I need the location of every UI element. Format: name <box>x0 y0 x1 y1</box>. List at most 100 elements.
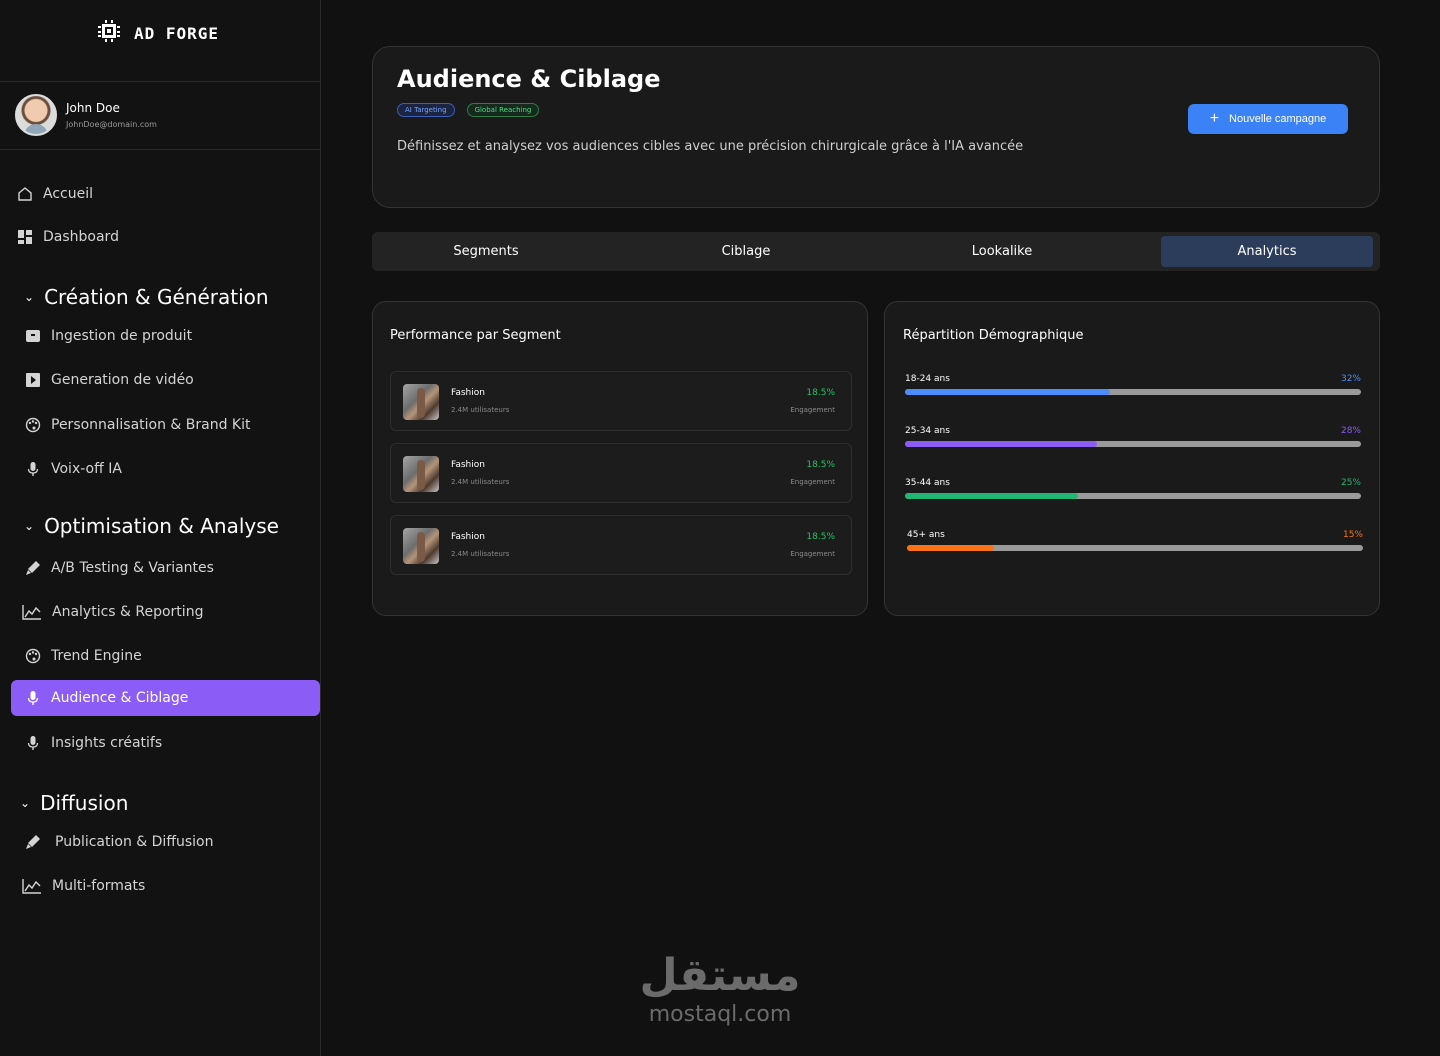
segment-name: Fashion <box>451 460 485 470</box>
sidebar-item-brand-kit[interactable]: Personnalisation & Brand Kit <box>25 415 251 435</box>
user-email: JohnDoe@domain.com <box>66 120 157 129</box>
sidebar-item-label: Personnalisation & Brand Kit <box>51 417 251 433</box>
sidebar-item-analytics-reporting[interactable]: Analytics & Reporting <box>22 602 203 622</box>
home-icon <box>17 186 33 202</box>
demo-track <box>905 493 1361 499</box>
performance-title: Performance par Segment <box>390 328 561 343</box>
segment-rate: 18.5% <box>806 532 835 542</box>
page-header-card: Audience & Ciblage AI Targeting Global R… <box>372 46 1380 208</box>
segment-thumbnail <box>403 528 439 564</box>
demo-fill <box>907 545 994 551</box>
new-campaign-button[interactable]: + Nouvelle campagne <box>1188 104 1348 134</box>
palette-icon <box>25 417 41 433</box>
avatar <box>15 94 57 136</box>
logo-chip-icon <box>96 18 126 48</box>
page-description: Définissez et analysez vos audiences cib… <box>397 139 1024 154</box>
segment-thumbnail <box>403 384 439 420</box>
segment-metric: Engagement <box>790 478 835 486</box>
app-logo[interactable]: AD FORGE <box>96 18 219 48</box>
plus-icon: + <box>1209 110 1220 127</box>
demo-label: 45+ ans <box>907 530 945 540</box>
watermark-latin: mostaql.com <box>648 1002 792 1027</box>
segment-row[interactable]: Fashion 2.4M utilisateurs 18.5% Engageme… <box>390 371 852 431</box>
page-title: Audience & Ciblage <box>397 65 661 93</box>
segment-metric: Engagement <box>790 406 835 414</box>
demo-fill <box>905 441 1097 447</box>
badge-global-reaching: Global Reaching <box>466 103 540 117</box>
brush-icon <box>25 560 41 576</box>
tab-lookalike[interactable]: Lookalike <box>892 236 1112 267</box>
sidebar-item-trend-engine[interactable]: Trend Engine <box>25 646 142 666</box>
demo-fill <box>905 493 1079 499</box>
logo-text: AD FORGE <box>134 23 220 43</box>
demo-pct: 15% <box>1342 530 1363 540</box>
segment-name: Fashion <box>451 532 485 542</box>
dashboard-icon <box>17 229 33 245</box>
sidebar-item-label: Dashboard <box>43 229 119 245</box>
demo-label: 18-24 ans <box>905 374 950 384</box>
section-diffusion[interactable]: ⌄ Diffusion <box>20 791 128 815</box>
sidebar-item-multi-formats[interactable]: Multi-formats <box>22 876 145 896</box>
sidebar-item-label: Trend Engine <box>51 648 142 664</box>
tab-analytics[interactable]: Analytics <box>1161 236 1373 267</box>
segment-name: Fashion <box>451 388 485 398</box>
sidebar-item-label: A/B Testing & Variantes <box>51 560 214 576</box>
demo-label: 35-44 ans <box>905 478 950 488</box>
section-creation-generation[interactable]: ⌄ Création & Génération <box>24 285 269 309</box>
chart-line-icon <box>22 604 42 620</box>
sidebar-divider <box>0 81 320 82</box>
sidebar-item-label: Accueil <box>43 186 93 202</box>
demo-label: 25-34 ans <box>905 426 950 436</box>
segment-metric: Engagement <box>790 550 835 558</box>
sidebar-item-ab-testing[interactable]: A/B Testing & Variantes <box>25 558 214 578</box>
segment-users: 2.4M utilisateurs <box>451 550 510 558</box>
demographics-title: Répartition Démographique <box>903 328 1084 343</box>
tab-ciblage[interactable]: Ciblage <box>636 236 856 267</box>
tab-bar: Segments Ciblage Lookalike Analytics <box>372 232 1380 271</box>
section-title: Création & Génération <box>44 285 269 309</box>
sidebar-item-accueil[interactable]: Accueil <box>17 184 93 204</box>
sidebar-item-label: Audience & Ciblage <box>51 690 189 706</box>
sidebar-item-label: Voix-off IA <box>51 461 122 477</box>
segment-users: 2.4M utilisateurs <box>451 478 510 486</box>
segment-row[interactable]: Fashion 2.4M utilisateurs 18.5% Engageme… <box>390 515 852 575</box>
segment-thumbnail <box>403 456 439 492</box>
demo-fill <box>905 389 1111 395</box>
palette-icon <box>25 648 41 664</box>
watermark-arabic: مستقل <box>639 950 801 1001</box>
segment-row[interactable]: Fashion 2.4M utilisateurs 18.5% Engageme… <box>390 443 852 503</box>
demo-track <box>907 545 1363 551</box>
user-profile[interactable]: John Doe JohnDoe@domain.com <box>15 94 157 136</box>
chevron-down-icon: ⌄ <box>20 796 31 810</box>
header-badges: AI Targeting Global Reaching <box>397 103 540 117</box>
video-icon <box>25 372 41 388</box>
sidebar-item-ingestion[interactable]: Ingestion de produit <box>25 326 192 346</box>
sidebar-item-voix-off[interactable]: Voix-off IA <box>25 459 122 479</box>
sidebar-item-label: Ingestion de produit <box>51 328 193 344</box>
mic-icon <box>25 735 41 751</box>
sidebar-item-dashboard[interactable]: Dashboard <box>17 227 119 247</box>
brush-icon <box>25 834 41 850</box>
sidebar-item-label: Analytics & Reporting <box>52 604 204 620</box>
sidebar-item-label: Publication & Diffusion <box>55 834 214 850</box>
segment-rate: 18.5% <box>806 460 835 470</box>
sidebar-item-audience-ciblage[interactable]: Audience & Ciblage <box>25 688 188 708</box>
sidebar-item-publication[interactable]: Publication & Diffusion <box>25 832 213 852</box>
section-title: Optimisation & Analyse <box>44 514 279 538</box>
demo-track <box>905 389 1361 395</box>
sidebar-item-label: Insights créatifs <box>51 735 163 751</box>
user-name: John Doe <box>66 101 120 115</box>
segment-users: 2.4M utilisateurs <box>451 406 510 414</box>
new-campaign-label: Nouvelle campagne <box>1229 113 1327 125</box>
sidebar-item-label: Multi-formats <box>52 878 146 894</box>
watermark: مستقل mostaql.com <box>632 950 808 1028</box>
demo-pct: 32% <box>1340 374 1361 384</box>
sidebar-item-insights[interactable]: Insights créatifs <box>25 733 162 753</box>
chevron-down-icon: ⌄ <box>24 290 35 304</box>
demo-track <box>905 441 1361 447</box>
demo-pct: 28% <box>1340 426 1361 436</box>
tab-segments[interactable]: Segments <box>376 236 596 267</box>
section-optimisation-analyse[interactable]: ⌄ Optimisation & Analyse <box>24 514 279 538</box>
sidebar-item-video[interactable]: Generation de vidéo <box>25 370 194 390</box>
badge-ai-targeting: AI Targeting <box>397 103 455 117</box>
